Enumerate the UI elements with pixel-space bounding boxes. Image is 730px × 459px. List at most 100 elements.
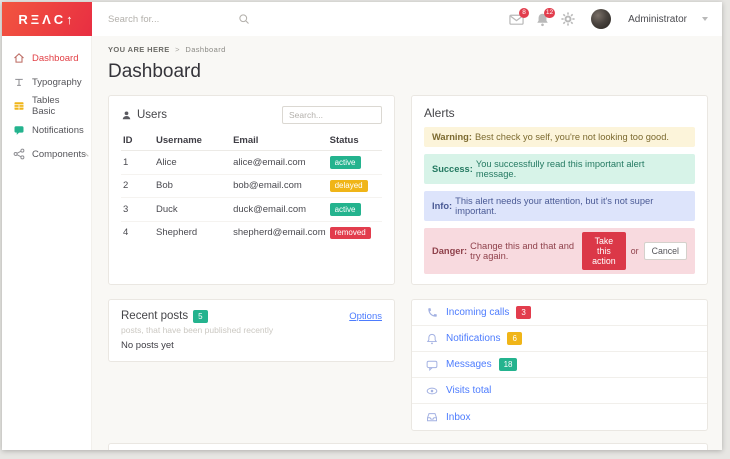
users-search-input[interactable] <box>282 106 382 124</box>
col-status[interactable]: Status <box>327 131 382 151</box>
list-item-visits-total[interactable]: Visits total <box>412 378 707 404</box>
global-search <box>106 12 250 26</box>
sidebar-item-dashboard[interactable]: Dashboard <box>2 46 91 70</box>
alert-prefix: Info: <box>432 201 453 211</box>
count-badge: 3 <box>516 306 531 319</box>
list-item-label: Incoming calls <box>446 307 510 318</box>
notifications-button[interactable]: 12 <box>535 7 556 27</box>
list-item-label: Messages <box>446 359 492 370</box>
table-row[interactable]: 1 Alice alice@email.com active <box>121 150 382 175</box>
home-icon <box>13 52 25 64</box>
breadcrumb-separator: > <box>175 45 180 54</box>
list-item-messages[interactable]: Messages 18 <box>412 352 707 378</box>
notifications-badge: 12 <box>543 7 556 18</box>
top-header: RΞΛC↑ 8 12 <box>2 2 722 36</box>
cell-username: Bob <box>154 174 232 198</box>
app-window: RΞΛC↑ 8 12 <box>2 2 722 450</box>
status-badge: active <box>329 156 361 169</box>
sidebar-item-notifications[interactable]: Notifications <box>2 118 91 142</box>
alert-prefix: Danger: <box>432 246 468 256</box>
list-item-label: Notifications <box>446 333 501 344</box>
mail-badge: 8 <box>519 7 530 18</box>
count-badge: 6 <box>507 332 522 345</box>
recent-posts-card: Recent posts 5 Options posts, that have … <box>108 299 395 362</box>
components-card: Some standard reactstrap components Defa… <box>108 443 708 450</box>
logo[interactable]: RΞΛC↑ <box>2 2 92 36</box>
page-title: Dashboard <box>108 61 201 82</box>
users-card-title: Users <box>121 109 167 121</box>
sidebar-item-label: Typography <box>32 76 82 88</box>
list-item-notifications[interactable]: Notifications 6 <box>412 326 707 352</box>
alert-text: Change this and that and try again. <box>470 241 575 261</box>
search-icon[interactable] <box>238 13 250 25</box>
alert-prefix: Warning: <box>432 132 472 142</box>
take-action-button[interactable]: Take this action <box>582 232 626 270</box>
logo-text: RΞΛC↑ <box>18 11 76 27</box>
recent-posts-title: Recent posts 5 <box>121 310 208 323</box>
global-search-input[interactable] <box>106 12 238 26</box>
table-row[interactable]: 3 Duck duck@email.com active <box>121 197 382 222</box>
sidebar-item-label: Components <box>32 148 86 160</box>
status-badge: active <box>329 203 361 216</box>
settings-button[interactable] <box>561 11 576 27</box>
col-username[interactable]: Username <box>154 131 232 151</box>
share-nodes-icon <box>13 148 25 160</box>
col-email[interactable]: Email <box>231 131 328 151</box>
sidebar-item-tables-basic[interactable]: Tables Basic <box>2 94 91 118</box>
table-row[interactable]: 2 Bob bob@email.com delayed <box>121 174 382 198</box>
breadcrumb-root: YOU ARE HERE <box>108 45 170 54</box>
posts-count-badge: 5 <box>193 310 208 323</box>
alert-prefix: Success: <box>432 164 473 174</box>
cell-id: 1 <box>121 150 155 175</box>
alert-text: This alert needs your attention, but it'… <box>455 196 654 216</box>
list-item-inbox[interactable]: Inbox <box>412 404 707 430</box>
or-label: or <box>630 246 639 256</box>
cancel-button[interactable]: Cancel <box>643 242 687 260</box>
user-icon <box>122 110 131 119</box>
sidebar-item-label: Notifications <box>32 124 84 136</box>
cell-email: alice@email.com <box>231 150 328 175</box>
options-link[interactable]: Options <box>349 311 382 322</box>
alert-danger: Danger: Change this and that and try aga… <box>424 228 695 274</box>
cell-email: duck@email.com <box>231 197 328 222</box>
bell-icon <box>426 333 438 345</box>
mail-button[interactable]: 8 <box>509 7 530 27</box>
eye-icon <box>426 385 438 397</box>
list-item-label: Inbox <box>446 411 471 423</box>
alert-success: Success: You successfully read this impo… <box>424 154 695 184</box>
user-menu[interactable]: Administrator <box>628 14 687 25</box>
cell-email: bob@email.com <box>231 174 328 198</box>
main-content: YOU ARE HERE > Dashboard Dashboard Users <box>92 36 722 450</box>
cell-username: Alice <box>154 150 232 175</box>
col-id[interactable]: ID <box>121 131 155 151</box>
header-actions: 8 12 Administrator <box>509 7 722 29</box>
stats-list-card: Incoming calls 3 Notifications 6 Message… <box>411 299 708 431</box>
list-item-incoming-calls[interactable]: Incoming calls 3 <box>412 300 707 326</box>
cell-username: Duck <box>154 197 232 222</box>
sidebar-item-components[interactable]: Components <box>2 142 91 166</box>
cell-email: shepherd@email.com <box>233 227 326 239</box>
chevron-down-icon[interactable] <box>702 17 708 21</box>
status-badge: removed <box>329 226 371 239</box>
cell-username: Shepherd <box>156 227 198 239</box>
status-badge: delayed <box>329 179 368 192</box>
cell-id: 2 <box>121 174 155 198</box>
typography-icon <box>13 76 25 88</box>
alert-info: Info: This alert needs your attention, b… <box>424 191 695 221</box>
table-row[interactable]: 4 Shepherd shepherd@email.com removed <box>121 221 382 244</box>
chat-bubble-icon <box>13 124 25 136</box>
sidebar-item-typography[interactable]: Typography <box>2 70 91 94</box>
cell-id: 4 <box>123 227 129 239</box>
count-badge: 18 <box>498 358 518 371</box>
alerts-card-title: Alerts <box>424 106 455 120</box>
table-icon <box>13 100 25 112</box>
alert-text: You successfully read this important ale… <box>475 159 645 179</box>
gear-icon <box>561 11 575 26</box>
breadcrumb: YOU ARE HERE > Dashboard <box>108 45 708 54</box>
avatar[interactable] <box>591 9 612 29</box>
breadcrumb-current[interactable]: Dashboard <box>185 45 225 54</box>
posts-empty-text: No posts yet <box>121 339 174 351</box>
inbox-icon <box>426 411 438 423</box>
users-card: Users ID Username Email Status <box>108 95 395 285</box>
sidebar: Dashboard Typography Tables Basic Notifi… <box>2 36 92 450</box>
